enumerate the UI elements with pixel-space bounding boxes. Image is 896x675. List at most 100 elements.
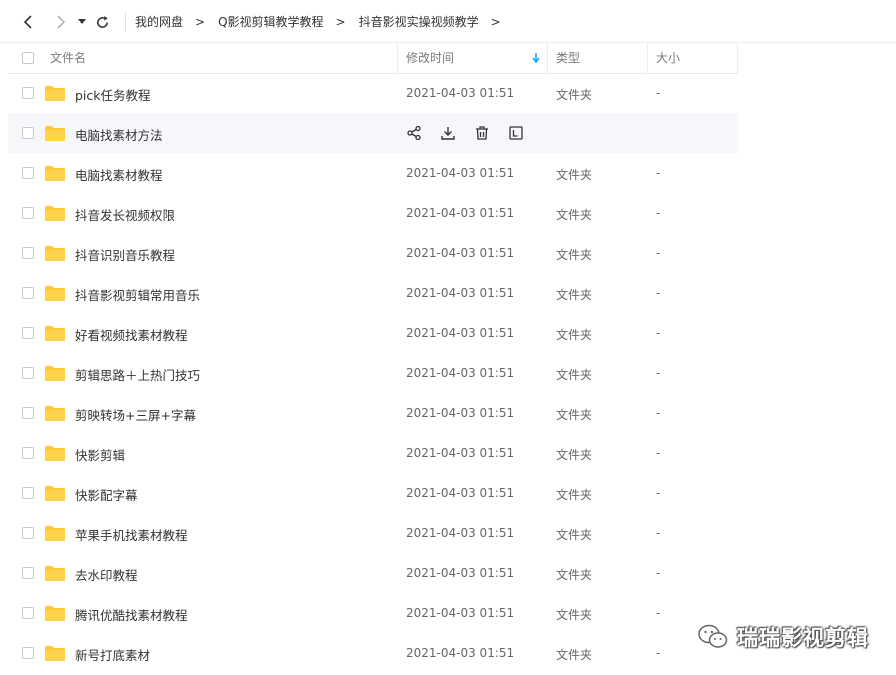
column-divider[interactable] (737, 43, 738, 73)
row-checkbox[interactable] (22, 327, 34, 339)
folder-icon (45, 86, 65, 101)
forward-button[interactable] (50, 12, 70, 32)
file-name[interactable]: 抖音发长视频权限 (75, 205, 175, 224)
file-row[interactable]: pick任务教程 2021-04-03 01:51 文件夹 - (8, 73, 738, 113)
select-all-checkbox[interactable] (22, 52, 34, 64)
file-size: - (656, 366, 661, 380)
row-checkbox[interactable] (22, 447, 34, 459)
refresh-icon (96, 15, 108, 28)
folder-icon (45, 566, 65, 581)
sort-arrow-down-icon[interactable] (532, 53, 540, 63)
file-row[interactable]: 抖音影视剪辑常用音乐 2021-04-03 01:51 文件夹 - (8, 273, 738, 313)
file-size: - (656, 446, 661, 460)
row-checkbox[interactable] (22, 247, 34, 259)
modified-time: 2021-04-03 01:51 (406, 366, 515, 380)
folder-icon-wrap (44, 245, 66, 265)
file-name[interactable]: 快影配字幕 (75, 485, 138, 504)
file-row[interactable]: 抖音发长视频权限 2021-04-03 01:51 文件夹 - (8, 193, 738, 233)
history-dropdown-button[interactable] (72, 12, 92, 32)
file-name[interactable]: 抖音识别音乐教程 (75, 245, 175, 264)
row-checkbox[interactable] (22, 367, 34, 379)
wechat-icon (698, 624, 728, 648)
file-row[interactable]: 剪映转场+三屏+字幕 2021-04-03 01:51 文件夹 - (8, 393, 738, 433)
column-divider[interactable] (647, 43, 648, 73)
row-checkbox[interactable] (22, 287, 34, 299)
file-size: - (656, 326, 661, 340)
file-row[interactable]: 电脑找素材教程 2021-04-03 01:51 文件夹 - (8, 153, 738, 193)
file-row[interactable]: 苹果手机找素材教程 2021-04-03 01:51 文件夹 - (8, 513, 738, 553)
folder-icon (45, 526, 65, 541)
file-name[interactable]: 好看视频找素材教程 (75, 325, 188, 344)
refresh-button[interactable] (92, 12, 112, 32)
row-checkbox[interactable] (22, 167, 34, 179)
file-row[interactable]: 好看视频找素材教程 2021-04-03 01:51 文件夹 - (8, 313, 738, 353)
file-name[interactable]: 电脑找素材方法 (75, 125, 163, 144)
folder-icon-wrap (44, 365, 66, 385)
file-size: - (656, 606, 661, 620)
breadcrumb-item-course[interactable]: Q影视剪辑教学教程 (218, 13, 323, 30)
file-type: 文件夹 (556, 648, 593, 662)
file-name[interactable]: 快影剪辑 (75, 445, 125, 464)
column-divider[interactable] (547, 43, 548, 73)
file-name[interactable]: 苹果手机找素材教程 (75, 525, 188, 544)
file-row[interactable]: 快影配字幕 2021-04-03 01:51 文件夹 - (8, 473, 738, 513)
delete-icon (476, 126, 488, 140)
delete-button[interactable] (473, 124, 491, 142)
file-name[interactable]: 新号打底素材 (75, 645, 150, 664)
rename-button[interactable] (507, 124, 525, 142)
modified-time: 2021-04-03 01:51 (406, 206, 515, 220)
file-name[interactable]: pick任务教程 (75, 85, 151, 104)
column-header-type[interactable]: 类型 (556, 43, 580, 73)
file-type: 文件夹 (556, 448, 593, 462)
file-row[interactable]: 新号打底素材 2021-04-03 01:51 文件夹 - (8, 633, 738, 673)
column-header-size[interactable]: 大小 (656, 43, 680, 73)
row-checkbox[interactable] (22, 607, 34, 619)
chevron-left-icon (23, 15, 32, 29)
breadcrumb-separator: > (335, 14, 346, 29)
breadcrumb-item-current[interactable]: 抖音影视实操视频教学 (359, 13, 479, 30)
file-name[interactable]: 抖音影视剪辑常用音乐 (75, 285, 200, 304)
share-icon (407, 126, 421, 140)
file-row[interactable]: 电脑找素材方法 (8, 113, 738, 153)
file-row[interactable]: 腾讯优酷找素材教程 2021-04-03 01:51 文件夹 - (8, 593, 738, 633)
share-button[interactable] (405, 124, 423, 142)
row-checkbox[interactable] (22, 567, 34, 579)
toolbar: 我的网盘 > Q影视剪辑教学教程 > 抖音影视实操视频教学 > (0, 0, 896, 44)
row-checkbox[interactable] (22, 207, 34, 219)
file-name[interactable]: 剪映转场+三屏+字幕 (75, 405, 196, 424)
modified-time: 2021-04-03 01:51 (406, 326, 515, 340)
file-size: - (656, 486, 661, 500)
file-name[interactable]: 去水印教程 (75, 565, 138, 584)
modified-time: 2021-04-03 01:51 (406, 246, 515, 260)
file-name[interactable]: 剪辑思路＋上热门技巧 (75, 365, 200, 384)
row-checkbox[interactable] (22, 407, 34, 419)
file-row[interactable]: 剪辑思路＋上热门技巧 2021-04-03 01:51 文件夹 - (8, 353, 738, 393)
file-name[interactable]: 腾讯优酷找素材教程 (75, 605, 188, 624)
download-button[interactable] (439, 124, 457, 142)
folder-icon (45, 406, 65, 421)
row-checkbox[interactable] (22, 487, 34, 499)
file-type: 文件夹 (556, 328, 593, 342)
column-header-modified[interactable]: 修改时间 (406, 43, 454, 73)
row-checkbox[interactable] (22, 87, 34, 99)
row-checkbox[interactable] (22, 527, 34, 539)
breadcrumb-item-root[interactable]: 我的网盘 (135, 13, 183, 30)
back-button[interactable] (19, 12, 39, 32)
modified-time: 2021-04-03 01:51 (406, 526, 515, 540)
file-row[interactable]: 抖音识别音乐教程 2021-04-03 01:51 文件夹 - (8, 233, 738, 273)
folder-icon (45, 326, 65, 341)
row-checkbox[interactable] (22, 127, 34, 139)
folder-icon-wrap (44, 605, 66, 625)
file-row[interactable]: 去水印教程 2021-04-03 01:51 文件夹 - (8, 553, 738, 593)
file-name[interactable]: 电脑找素材教程 (75, 165, 163, 184)
file-row[interactable]: 快影剪辑 2021-04-03 01:51 文件夹 - (8, 433, 738, 473)
folder-icon-wrap (44, 485, 66, 505)
row-checkbox[interactable] (22, 647, 34, 659)
column-divider[interactable] (397, 43, 398, 73)
folder-icon-wrap (44, 325, 66, 345)
column-header-name[interactable]: 文件名 (50, 43, 86, 73)
toolbar-divider (125, 12, 126, 32)
file-size: - (656, 406, 661, 420)
folder-icon (45, 286, 65, 301)
breadcrumb-separator: > (490, 14, 501, 29)
